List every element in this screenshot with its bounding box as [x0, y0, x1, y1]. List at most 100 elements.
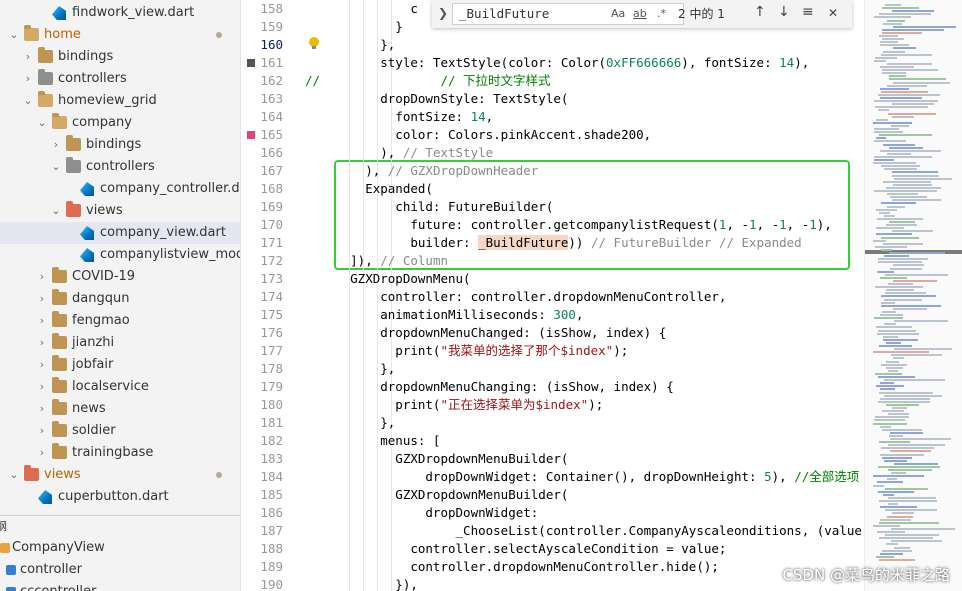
tree-item[interactable]: company_view.dart [0, 222, 240, 244]
code-line[interactable]: } [305, 18, 403, 36]
code-line[interactable]: controller.selectAyscaleCondition = valu… [305, 540, 726, 558]
regex-icon[interactable]: .* [657, 7, 666, 20]
tree-item[interactable]: ⌄ views [0, 200, 240, 222]
code-line[interactable]: controller.dropdownMenuController.hide()… [305, 558, 719, 576]
whole-word-icon[interactable]: ab [633, 7, 647, 20]
code-line[interactable]: GZXDropdownMenuBuilder( [305, 450, 568, 468]
chevron-right-icon[interactable]: › [36, 398, 48, 420]
chevron-right-icon[interactable]: › [36, 288, 48, 310]
find-input[interactable]: _BuildFuture Aa ab .* [452, 3, 684, 25]
minimap-line [873, 239, 886, 242]
code-line[interactable]: GZXDropdownMenuBuilder( [305, 486, 568, 504]
code-line[interactable]: style: TextStyle(color: Color(0xFF666666… [305, 54, 809, 72]
chevron-right-icon[interactable]: › [36, 442, 48, 464]
chevron-right-icon[interactable]: › [36, 332, 48, 354]
code-line[interactable]: }, [305, 360, 395, 378]
chevron-right-icon[interactable]: › [22, 68, 34, 90]
chevron-right-icon[interactable]: › [36, 420, 48, 442]
code-line[interactable]: dropDownStyle: TextStyle( [305, 90, 568, 108]
code-line[interactable]: GZXDropDownMenu( [305, 270, 470, 288]
outline-title: 纲 [0, 516, 236, 538]
tree-item[interactable]: findwork_view.dart [0, 2, 240, 24]
outline-item[interactable]: cccontroller [0, 581, 240, 591]
code-line[interactable]: Expanded( [305, 180, 433, 198]
tree-item[interactable]: › bindings [0, 134, 240, 156]
code-line[interactable]: color: Colors.pinkAccent.shade200, [305, 126, 651, 144]
code-line[interactable]: ]), // Column [305, 252, 448, 270]
code-line[interactable]: c [305, 0, 418, 18]
minimap-line [890, 196, 927, 199]
chevron-down-icon[interactable]: ⌄ [8, 24, 20, 46]
chevron-down-icon[interactable]: ⌄ [50, 200, 62, 222]
chevron-right-icon[interactable]: › [50, 134, 62, 156]
chevron-down-icon[interactable]: ⌄ [8, 464, 20, 486]
outline-item[interactable]: CompanyView [0, 537, 240, 559]
tree-item[interactable]: › soldier [0, 420, 240, 442]
code-editor[interactable]: 158 c 159 } 160 }, 161 style: TextStyle(col… [241, 0, 863, 591]
code-line[interactable]: animationMilliseconds: 300, [305, 306, 583, 324]
code-line[interactable]: dropdownMenuChanged: (isShow, index) { [305, 324, 666, 342]
tree-item[interactable]: ⌄ views [0, 464, 240, 486]
minimap-line [885, 534, 939, 537]
tree-item[interactable]: company_controller.dart [0, 178, 240, 200]
tree-item[interactable]: › dangqun [0, 288, 240, 310]
code-line[interactable]: print("我菜单的选择了那个$index"); [305, 342, 628, 360]
minimap-line [882, 549, 912, 552]
code-line[interactable]: controller: controller.dropdownMenuContr… [305, 288, 726, 306]
code-line[interactable]: builder: _BuildFuture)) // FutureBuilder… [305, 234, 802, 252]
tree-item[interactable]: › fengmao [0, 310, 240, 332]
code-line[interactable]: print("正在选择菜单为$index"); [305, 396, 603, 414]
tree-item[interactable]: companylistview_model.d... [0, 244, 240, 266]
code-line[interactable]: }, [305, 36, 395, 54]
code-line[interactable]: ), // GZXDropDownHeader [305, 162, 538, 180]
tree-item[interactable]: › controllers [0, 68, 240, 90]
tree-item[interactable]: › jianzhi [0, 332, 240, 354]
tree-item[interactable]: › jobfair [0, 354, 240, 376]
toggle-replace-chevron-icon[interactable]: ❯ [438, 6, 448, 20]
tree-item-label: dangqun [72, 291, 130, 306]
outline-item[interactable]: controller [0, 559, 240, 581]
tree-item[interactable]: ⌄ homeview_grid [0, 90, 240, 112]
chevron-right-icon[interactable]: › [36, 354, 48, 376]
chevron-down-icon[interactable]: ⌄ [50, 156, 62, 178]
code-line[interactable]: _ChooseList(controller.CompanyAyscaleond… [305, 522, 864, 540]
tree-item[interactable]: › news [0, 398, 240, 420]
tree-item[interactable]: › bindings [0, 46, 240, 68]
code-line[interactable]: dropdownMenuChanging: (isShow, index) { [305, 378, 674, 396]
code-line[interactable]: menus: [ [305, 432, 440, 450]
tree-item[interactable]: › trainingbase [0, 442, 240, 464]
controllers-folder-icon [38, 69, 53, 85]
previous-match-icon[interactable]: ↑ [754, 4, 766, 20]
code-line[interactable]: future: controller.getcompanylistRequest… [305, 216, 832, 234]
dart-file-icon [52, 6, 66, 20]
minimap-line [879, 391, 933, 394]
chevron-right-icon[interactable]: › [36, 266, 48, 288]
chevron-right-icon[interactable]: › [36, 310, 48, 332]
chevron-down-icon[interactable]: ⌄ [22, 90, 34, 112]
tree-item[interactable]: › COVID-19 [0, 266, 240, 288]
minimap-line [891, 124, 909, 127]
chevron-right-icon[interactable]: › [36, 376, 48, 398]
code-line[interactable]: fontSize: 14, [305, 108, 493, 126]
close-find-icon[interactable]: ✕ [828, 6, 838, 20]
tree-item[interactable]: › localservice [0, 376, 240, 398]
code-line[interactable]: // // 下拉时文字样式 [305, 72, 551, 90]
tree-item[interactable]: ⌄ home [0, 24, 240, 46]
minimap[interactable] [864, 0, 962, 591]
match-case-icon[interactable]: Aa [611, 7, 625, 20]
tree-item[interactable]: cuperbutton.dart [0, 486, 240, 508]
chevron-right-icon[interactable]: › [22, 46, 34, 68]
tree-item[interactable]: ⌄ controllers [0, 156, 240, 178]
code-line[interactable]: ), // TextStyle [305, 144, 493, 162]
code-line[interactable]: dropDownWidget: [305, 504, 538, 522]
tree-item[interactable]: ⌄ company [0, 112, 240, 134]
code-line[interactable]: child: FutureBuilder( [305, 198, 553, 216]
find-in-selection-icon[interactable]: ≡ [802, 4, 814, 20]
next-match-icon[interactable]: ↓ [778, 4, 790, 20]
code-line[interactable]: dropDownWidget: Container(), dropDownHei… [305, 468, 859, 486]
minimap-line [886, 366, 903, 369]
code-line[interactable]: }, [305, 414, 395, 432]
chevron-down-icon[interactable]: ⌄ [36, 112, 48, 134]
code-line[interactable]: }), [305, 576, 418, 591]
minimap-line [880, 87, 909, 90]
